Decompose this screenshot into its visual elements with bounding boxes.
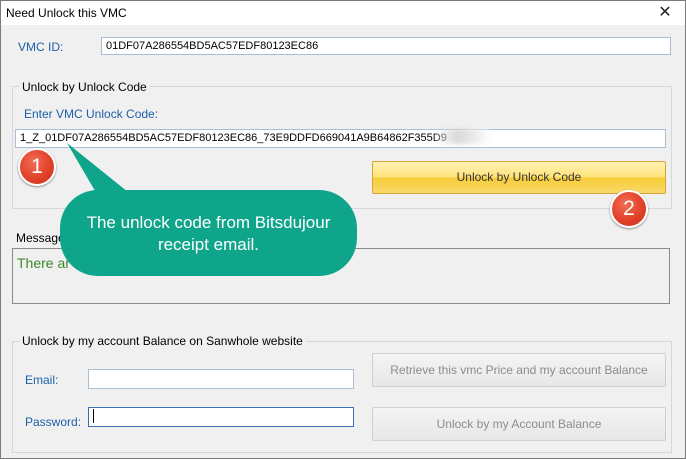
callout-text: The unlock code from Bitsdujour receipt …: [86, 213, 331, 254]
step-badge-2: 2: [610, 190, 648, 228]
step-badge-1: 1: [18, 148, 56, 186]
